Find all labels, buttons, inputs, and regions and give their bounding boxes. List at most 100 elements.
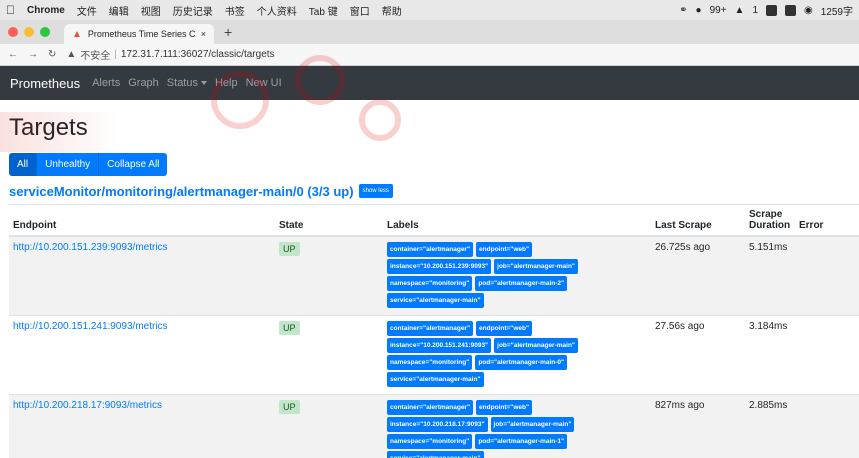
apple-icon[interactable]:  — [6, 3, 15, 17]
url-path: :36027/classic/targets — [177, 49, 275, 60]
error-cell — [795, 314, 859, 395]
endpoint-cell: http://10.200.151.241:9093/metrics — [9, 314, 275, 395]
endpoint-link[interactable]: http://10.200.151.239:9093/metrics — [13, 242, 168, 253]
last-scrape-cell: 26.725s ago — [651, 235, 745, 316]
label-badge: service="alertmanager-main" — [387, 371, 484, 387]
nav-graph[interactable]: Graph — [128, 77, 159, 89]
bell-icon[interactable]: ▲ — [735, 5, 745, 16]
table-header-row: Endpoint State Labels Last Scrape Scrape… — [9, 203, 859, 237]
label-badge: instance="10.200.151.241:9093" — [387, 337, 492, 353]
close-tab-icon[interactable]: × — [201, 29, 206, 39]
menu-history[interactable]: 历史记录 — [173, 3, 213, 18]
endpoint-cell: http://10.200.151.239:9093/metrics — [9, 235, 275, 316]
label-badge: pod="alertmanager-main-2" — [475, 275, 568, 291]
error-cell — [795, 235, 859, 316]
state-badge: UP — [279, 399, 300, 414]
filter-all-button[interactable]: All — [9, 152, 38, 176]
nav-status-label: Status — [166, 77, 198, 89]
label-badge: endpoint="web" — [476, 399, 533, 415]
nav-new-ui[interactable]: New UI — [246, 77, 282, 89]
label-badge: job="alertmanager-main" — [494, 258, 579, 274]
browser-tab-bar: ▲ Prometheus Time Series Collec × + — [0, 20, 859, 44]
browser-tab[interactable]: ▲ Prometheus Time Series Collec × — [64, 24, 214, 44]
label-badge: service="alertmanager-main" — [387, 450, 484, 458]
notification-count[interactable]: 99+ — [710, 5, 727, 16]
menu-view[interactable]: 视图 — [141, 3, 161, 18]
app-icon-2[interactable] — [785, 4, 797, 16]
table-row: http://10.200.151.239:9093/metrics UP cont… — [9, 235, 859, 316]
security-label: 不安全 — [80, 51, 111, 62]
url-field[interactable]: ▲ 不安全 | 172.31.7.111:36027/classic/targe… — [66, 47, 274, 62]
back-icon[interactable]: ← — [8, 49, 18, 60]
window-controls — [8, 20, 50, 44]
prometheus-favicon-icon: ▲ — [72, 28, 82, 40]
menu-app-chrome[interactable]: Chrome — [27, 5, 65, 16]
col-scrape-duration: Scrape Duration — [745, 203, 795, 237]
reload-icon[interactable]: ↻ — [48, 49, 56, 60]
label-badge: endpoint="web" — [476, 241, 533, 257]
minimize-window-button[interactable] — [24, 27, 34, 37]
menu-window[interactable]: 窗口 — [350, 3, 370, 18]
bell-count: 1 — [752, 4, 759, 16]
page-title: Targets — [9, 114, 88, 141]
warning-icon[interactable]: ▲ — [66, 49, 76, 60]
state-badge: UP — [279, 241, 300, 256]
labels-cell: container="alertmanager" endpoint="web" in… — [383, 393, 651, 458]
col-endpoint: Endpoint — [9, 203, 275, 237]
menu-profiles[interactable]: 个人资料 — [257, 3, 297, 18]
app-icon[interactable] — [766, 4, 778, 16]
error-cell — [795, 393, 859, 458]
word-count[interactable]: 1259字 — [821, 3, 853, 18]
url-host: 172.31.7.111 — [120, 49, 178, 60]
close-window-button[interactable] — [8, 27, 18, 37]
filter-unhealthy-button[interactable]: Unhealthy — [37, 152, 100, 176]
menu-tab[interactable]: Tab 键 — [309, 3, 338, 18]
brand-link[interactable]: Prometheus — [10, 76, 80, 91]
job-header: serviceMonitor/monitoring/alertmanager-m… — [9, 184, 850, 199]
table-row: http://10.200.218.17:9093/metrics UP conta… — [9, 393, 859, 458]
link-icon[interactable]: ⚭ — [679, 5, 687, 16]
nav-status[interactable]: Status — [167, 77, 207, 89]
globe-icon[interactable]: ◉ — [804, 5, 813, 16]
menu-help[interactable]: 帮助 — [382, 3, 402, 18]
prometheus-navbar: Prometheus Alerts Graph Status Help New … — [0, 66, 859, 100]
menu-bookmarks[interactable]: 书签 — [225, 3, 245, 18]
menu-edit[interactable]: 编辑 — [109, 3, 129, 18]
forward-icon[interactable]: → — [28, 49, 38, 60]
scrape-duration-cell: 3.184ms — [745, 314, 795, 395]
label-badge: job="alertmanager-main" — [490, 416, 575, 432]
label-badge: service="alertmanager-main" — [387, 292, 484, 308]
state-cell: UP — [275, 393, 383, 458]
col-error: Error — [795, 203, 859, 237]
label-badge: container="alertmanager" — [387, 241, 474, 257]
new-tab-button[interactable]: + — [224, 22, 232, 44]
chevron-down-icon — [200, 81, 207, 86]
tab-title: Prometheus Time Series Collec — [87, 29, 195, 39]
mac-menu-bar:  Chrome 文件 编辑 视图 历史记录 书签 个人资料 Tab 键 窗口 … — [0, 0, 859, 20]
show-less-button[interactable]: show less — [358, 184, 393, 199]
nav-help[interactable]: Help — [215, 77, 238, 89]
maximize-window-button[interactable] — [40, 27, 50, 37]
label-badge: pod="alertmanager-main-0" — [475, 354, 568, 370]
last-scrape-cell: 27.56s ago — [651, 314, 745, 395]
last-scrape-cell: 827ms ago — [651, 393, 745, 458]
nav-alerts[interactable]: Alerts — [92, 77, 120, 89]
endpoint-cell: http://10.200.218.17:9093/metrics — [9, 393, 275, 458]
scrape-duration-cell: 5.151ms — [745, 235, 795, 316]
endpoint-link[interactable]: http://10.200.218.17:9093/metrics — [13, 400, 162, 411]
wechat-icon[interactable]: ● — [696, 5, 702, 16]
label-badge: endpoint="web" — [476, 320, 533, 336]
table-row: http://10.200.151.241:9093/metrics UP cont… — [9, 314, 859, 395]
job-title-link[interactable]: serviceMonitor/monitoring/alertmanager-m… — [9, 184, 354, 199]
label-badge: namespace="monitoring" — [387, 354, 473, 370]
menu-file[interactable]: 文件 — [77, 3, 97, 18]
col-last-scrape: Last Scrape — [651, 203, 745, 237]
label-badge: instance="10.200.218.17:9093" — [387, 416, 488, 432]
url-separator: | — [114, 49, 117, 60]
state-cell: UP — [275, 314, 383, 395]
endpoint-link[interactable]: http://10.200.151.241:9093/metrics — [13, 321, 168, 332]
targets-table: Endpoint State Labels Last Scrape Scrape… — [9, 203, 859, 458]
address-bar: ← → ↻ ▲ 不安全 | 172.31.7.111:36027/classic… — [0, 44, 859, 66]
collapse-all-button[interactable]: Collapse All — [99, 152, 168, 176]
col-labels: Labels — [383, 203, 651, 237]
